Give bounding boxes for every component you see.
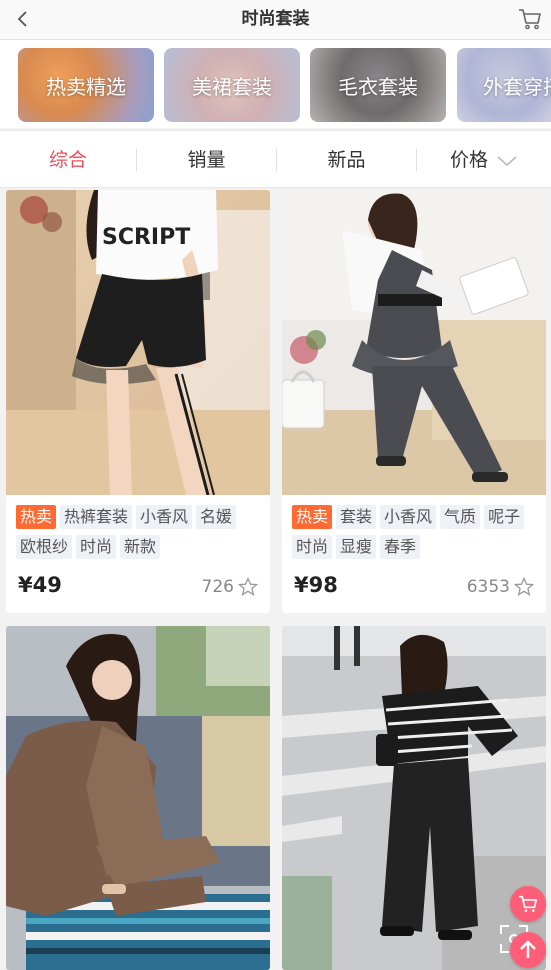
product-price: ¥49 xyxy=(18,573,62,597)
tag: 春季 xyxy=(380,535,421,559)
sort-tab-sales[interactable]: 销量 xyxy=(137,131,276,189)
product-photo-illustration: SCRIPT xyxy=(6,190,270,495)
shopping-cart-icon xyxy=(519,9,541,30)
category-label: 美裙套装 xyxy=(192,74,272,99)
sort-tab-price[interactable]: 价格 xyxy=(417,131,551,189)
tag: 新款 xyxy=(120,535,161,559)
tag: 显瘦 xyxy=(336,535,377,559)
star-icon xyxy=(238,577,258,596)
favorite-count[interactable]: 6353 xyxy=(467,577,534,597)
category-tile[interactable]: 外套穿搭 xyxy=(457,48,551,122)
tag-list: 热卖 套装 小香风 气质 呢子 时尚 显瘦 春季 xyxy=(292,505,542,565)
floating-cart-button[interactable] xyxy=(510,886,546,922)
product-card[interactable] xyxy=(282,626,546,970)
product-card[interactable]: SCRIPT 热卖 热裤套装 小香风 名媛 欧根纱 时尚 新款 ¥49 726 xyxy=(6,190,270,613)
product-card[interactable]: 热卖 套装 小香风 气质 呢子 时尚 显瘦 春季 ¥98 6353 xyxy=(282,190,546,613)
arrow-up-icon xyxy=(520,940,536,958)
shirt-print-text: SCRIPT xyxy=(102,225,190,250)
tag: 呢子 xyxy=(484,505,525,529)
category-tile[interactable]: 美裙套装 xyxy=(164,48,300,122)
favorite-count-value: 726 xyxy=(201,577,234,597)
top-nav-bar: 时尚套装 xyxy=(0,0,551,40)
product-photo[interactable] xyxy=(282,190,546,495)
category-tile[interactable]: 热卖精选 xyxy=(18,48,154,122)
product-photo[interactable]: SCRIPT xyxy=(6,190,270,495)
tag: 热裤套装 xyxy=(60,505,133,529)
product-photo-illustration xyxy=(6,626,270,970)
tag: 小香风 xyxy=(380,505,437,529)
tag: 欧根纱 xyxy=(16,535,73,559)
tag: 套装 xyxy=(336,505,377,529)
product-photo[interactable] xyxy=(282,626,546,970)
category-label: 毛衣套装 xyxy=(338,74,418,99)
hot-badge: 热卖 xyxy=(16,505,57,529)
tag: 时尚 xyxy=(292,535,333,559)
category-tile[interactable]: 毛衣套装 xyxy=(310,48,446,122)
star-icon xyxy=(514,577,534,596)
sort-bar: 综合 销量 新品 价格 xyxy=(0,130,551,188)
category-label: 热卖精选 xyxy=(46,74,126,99)
hot-badge: 热卖 xyxy=(292,505,333,529)
shopping-cart-icon xyxy=(519,895,537,912)
product-price: ¥98 xyxy=(294,573,338,597)
product-photo[interactable] xyxy=(6,626,270,970)
sort-tab-comprehensive[interactable]: 综合 xyxy=(0,131,136,189)
favorite-count-value: 6353 xyxy=(466,577,510,597)
tag: 气质 xyxy=(440,505,481,529)
tag: 名媛 xyxy=(196,505,237,529)
tag: 时尚 xyxy=(76,535,117,559)
category-carousel: 热卖精选 美裙套装 毛衣套装 外套穿搭 xyxy=(0,40,551,128)
back-to-top-button[interactable] xyxy=(510,932,546,968)
category-label: 外套穿搭 xyxy=(483,74,551,99)
tag: 小香风 xyxy=(136,505,193,529)
product-photo-illustration xyxy=(282,626,546,970)
page-title: 时尚套装 xyxy=(241,9,310,29)
product-card[interactable] xyxy=(6,626,270,970)
favorite-count[interactable]: 726 xyxy=(202,577,258,597)
product-photo-illustration xyxy=(282,190,546,495)
cart-button[interactable] xyxy=(515,5,545,33)
tag-list: 热卖 热裤套装 小香风 名媛 欧根纱 时尚 新款 xyxy=(16,505,266,565)
sort-tab-price-label: 价格 xyxy=(449,149,488,171)
chevron-down-icon xyxy=(497,155,517,166)
sort-tab-new[interactable]: 新品 xyxy=(277,131,416,189)
